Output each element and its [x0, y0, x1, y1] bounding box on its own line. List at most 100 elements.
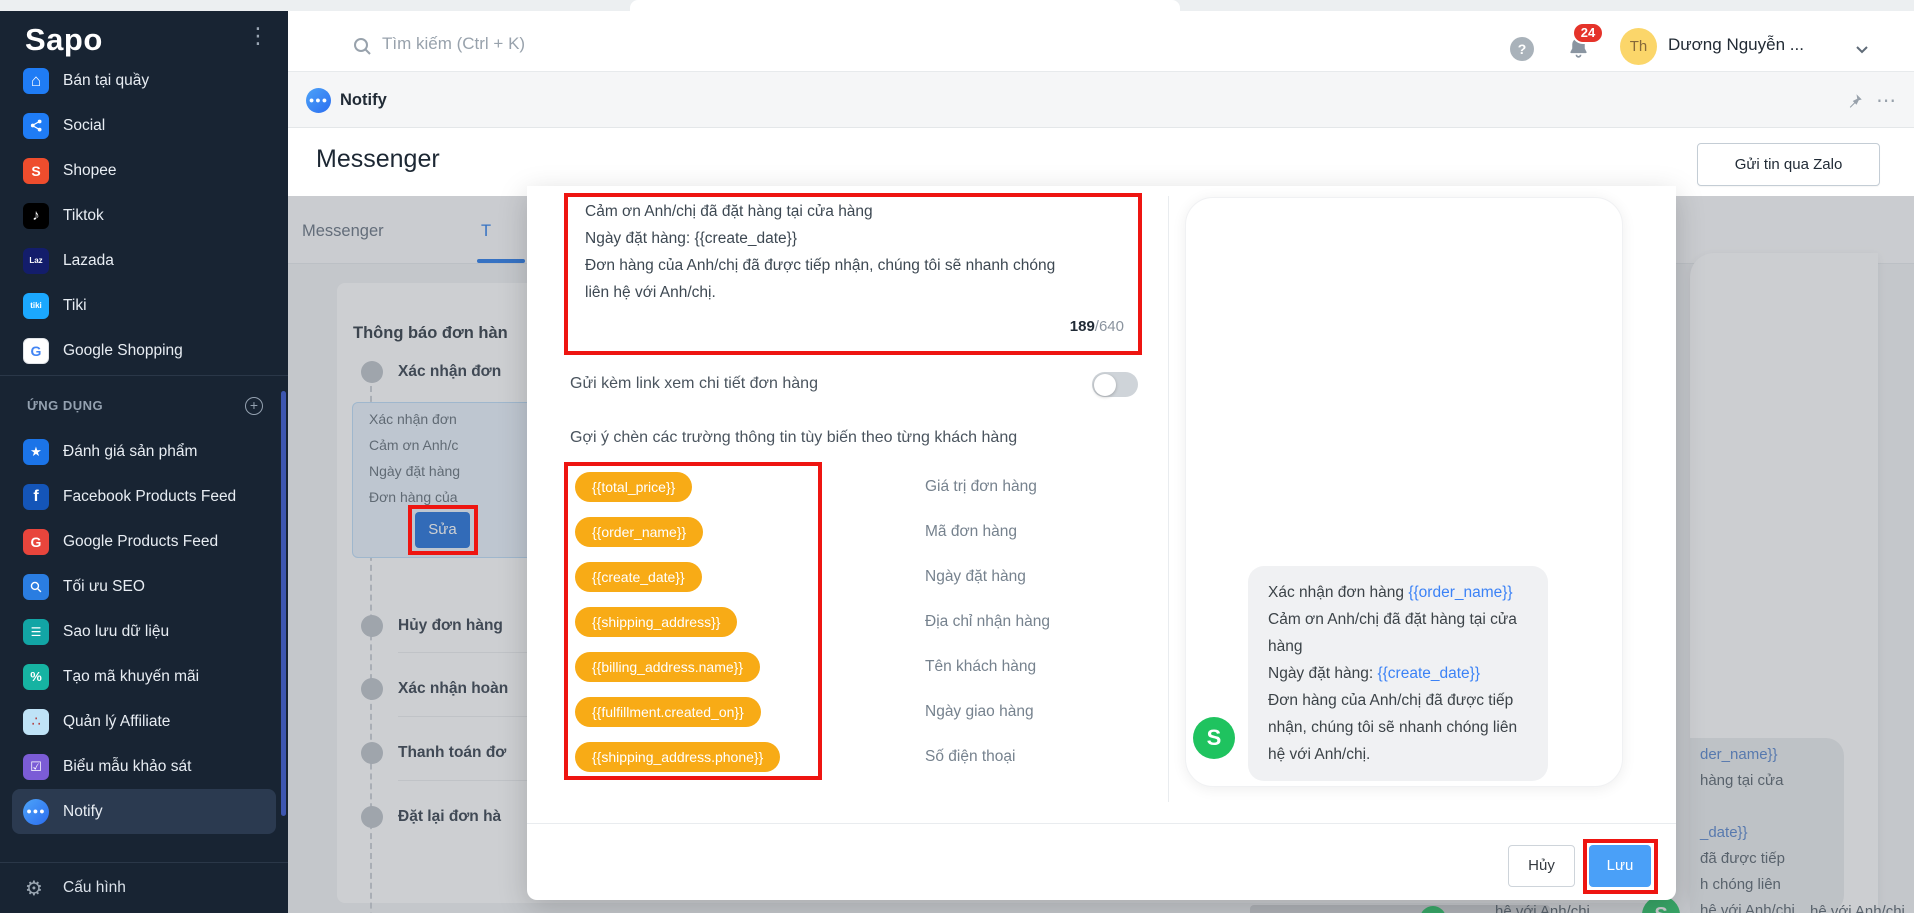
message-textarea[interactable]: Cảm ơn Anh/chị đã đặt hàng tại cửa hàng N… [585, 198, 1125, 306]
chevron-down-icon[interactable] [1854, 41, 1870, 57]
message-line: Đơn hàng của Anh/chị đã được tiếp nhận, … [585, 257, 1056, 274]
search-icon [352, 36, 372, 56]
template-edit-modal: Cảm ơn Anh/chị đã đặt hàng tại cửa hàng N… [527, 186, 1676, 900]
field-chip[interactable]: {{create_date}} [575, 562, 702, 592]
sidebar-item-tiki[interactable]: tiki Tiki [0, 283, 288, 328]
sidebar-item-shopee[interactable]: S Shopee [0, 148, 288, 193]
seo-icon [23, 573, 49, 600]
add-app-icon[interactable]: + [245, 397, 263, 415]
notification-badge[interactable]: 24 [1572, 22, 1604, 44]
sidebar-item-backup[interactable]: ☰ Sao lưu dữ liệu [0, 609, 288, 654]
sidebar-item-pos[interactable]: ⌂ Bán tại quầy [0, 58, 288, 103]
avatar[interactable]: Th [1620, 28, 1657, 65]
field-chip[interactable]: {{total_price}} [575, 472, 693, 502]
field-chip[interactable]: {{shipping_address.phone}} [575, 742, 781, 772]
coupon-icon: % [23, 663, 49, 690]
link-toggle[interactable] [1092, 372, 1138, 397]
cancel-button[interactable]: Hủy [1508, 845, 1575, 887]
field-label: Số điện thoại [925, 748, 1016, 765]
field-chip[interactable]: {{billing_address.name}} [575, 652, 761, 682]
save-button[interactable]: Lưu [1589, 845, 1651, 887]
sidebar-item-lazada[interactable]: Laz Lazada [0, 238, 288, 283]
sidebar-item-label: Google Shopping [63, 341, 183, 359]
apps-section-label: ỨNG DỤNG [27, 398, 104, 413]
sidebar-item-affiliate[interactable]: ∴ Quản lý Affiliate [0, 699, 288, 744]
shopee-icon: S [23, 157, 49, 184]
sidebar-item-survey[interactable]: ☑ Biểu mẫu khảo sát [0, 744, 288, 789]
search-input[interactable]: Tìm kiếm (Ctrl + K) [382, 34, 525, 54]
sidebar-item-label: Quản lý Affiliate [63, 712, 171, 730]
field-label: Địa chỉ nhận hàng [925, 613, 1050, 630]
bubble-line: Ngày đặt hàng: {{create_date}} [1268, 665, 1481, 682]
sapo-logo[interactable]: Sapo [25, 22, 103, 58]
notify-appbar-title: Notify [340, 91, 387, 109]
sidebar-item-google-shopping[interactable]: G Google Shopping [0, 328, 288, 373]
field-labels: Giá trị đơn hàng Mã đơn hàng Ngày đặt hàng… [925, 472, 1050, 772]
lazada-icon: Laz [23, 247, 49, 274]
field-label: Ngày đặt hàng [925, 568, 1026, 585]
gear-icon: ⚙ [25, 878, 43, 900]
tiki-icon: tiki [23, 292, 49, 319]
field-label: Giá trị đơn hàng [925, 478, 1037, 495]
page-title: Messenger [316, 145, 440, 173]
sidebar-item-label: Tạo mã khuyến mãi [63, 667, 200, 685]
sidebar-item-label: Lazada [63, 251, 114, 269]
sidebar-item-coupon[interactable]: % Tạo mã khuyến mãi [0, 654, 288, 699]
sidebar-item-notify[interactable]: ●●● Notify [12, 789, 276, 834]
sidebar-item-config[interactable]: Cấu hình [63, 879, 126, 897]
survey-icon: ☑ [23, 753, 49, 780]
sidebar-item-label: Facebook Products Feed [63, 487, 237, 505]
sidebar-item-label: Google Products Feed [63, 532, 219, 550]
field-chip[interactable]: {{fulfillment.created_on}} [575, 697, 761, 727]
more-options-icon[interactable]: ⋯ [1876, 88, 1896, 113]
browser-tab-shape [630, 0, 1180, 11]
backup-icon: ☰ [23, 618, 49, 645]
sidebar-scrollbar[interactable] [281, 391, 286, 816]
bubble-line: Cảm ơn Anh/chị đã đặt hàng tại cửa hàng [1268, 611, 1517, 655]
pos-icon: ⌂ [23, 67, 49, 94]
help-icon[interactable]: ? [1510, 37, 1534, 61]
bubble-line: Xác nhận đơn hàng {{order_name}} [1268, 584, 1513, 601]
sidebar-item-label: Tiktok [63, 206, 104, 224]
google-feed-icon: G [23, 528, 49, 555]
screen: Sapo ⋮ ⌂ Bán tại quầy Social S Shopee ♪ Tiktok… [0, 0, 1914, 913]
sidebar-item-seo[interactable]: Tối ưu SEO [0, 564, 288, 609]
sidebar-item-label: Notify [63, 802, 103, 820]
topbar: Tìm kiếm (Ctrl + K) ? 24 Th Dương Nguyễn… [288, 11, 1914, 72]
sidebar-item-label: Shopee [63, 161, 117, 179]
sidebar-item-google-feed[interactable]: G Google Products Feed [0, 519, 288, 564]
facebook-feed-icon: f [23, 483, 49, 510]
field-label: Tên khách hàng [925, 658, 1037, 675]
field-label: Ngày giao hàng [925, 703, 1034, 720]
message-line: Ngày đặt hàng: {{create_date}} [585, 230, 798, 247]
user-name[interactable]: Dương Nguyễn ... [1668, 35, 1804, 55]
pin-icon[interactable] [1846, 92, 1864, 110]
field-chip[interactable]: {{order_name}} [575, 517, 704, 547]
sidebar-item-tiktok[interactable]: ♪ Tiktok [0, 193, 288, 238]
sidebar-item-social[interactable]: Social [0, 103, 288, 148]
social-icon [23, 112, 49, 139]
tiktok-icon: ♪ [23, 202, 49, 229]
message-line: Cảm ơn Anh/chị đã đặt hàng tại cửa hàng [585, 203, 873, 220]
sidebar-item-label: Social [63, 116, 106, 134]
notify-app-icon: ●●● [306, 88, 331, 113]
field-chip[interactable]: {{shipping_address}} [575, 607, 738, 637]
sidebar-item-label: Tiki [63, 296, 87, 314]
sidebar-divider-bottom [0, 862, 288, 863]
sidebar: Sapo ⋮ ⌂ Bán tại quầy Social S Shopee ♪ Tiktok… [0, 11, 288, 913]
sidebar-item-label: Tối ưu SEO [63, 577, 145, 595]
link-toggle-label: Gửi kèm link xem chi tiết đơn hàng [570, 375, 818, 392]
char-limit: /640 [1094, 318, 1124, 335]
google-shopping-icon: G [23, 337, 49, 364]
send-via-zalo-button[interactable]: Gửi tin qua Zalo [1697, 143, 1880, 186]
modal-divider [1168, 196, 1169, 802]
sidebar-kebab-icon[interactable]: ⋮ [247, 25, 269, 47]
sidebar-item-facebook-feed[interactable]: f Facebook Products Feed [0, 474, 288, 519]
toggle-knob [1094, 373, 1116, 396]
message-line: liên hệ với Anh/chị. [585, 284, 716, 301]
field-label: Mã đơn hàng [925, 523, 1018, 540]
sidebar-item-reviews[interactable]: ★ Đánh giá sản phẩm [0, 429, 288, 474]
char-count: 189 [1069, 318, 1095, 335]
field-chips: {{total_price}} {{order_name}} {{create_da… [575, 472, 781, 772]
footer-divider [527, 823, 1676, 824]
